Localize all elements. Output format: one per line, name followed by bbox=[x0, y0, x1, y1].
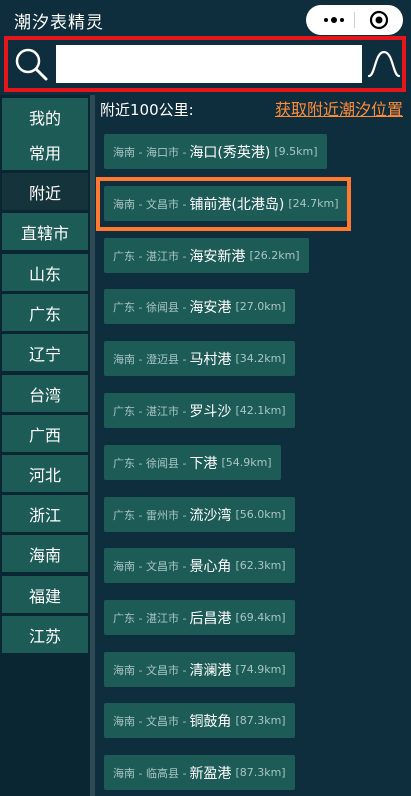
port-region: 海南 - 海口市 - bbox=[113, 145, 187, 159]
search-bar bbox=[10, 44, 402, 84]
port-region: 海南 - 临高县 - bbox=[113, 766, 187, 780]
port-item[interactable]: 广东 - 湛江市 - 海安新港 [26.2km] bbox=[104, 238, 309, 273]
sidebar-item[interactable]: 我的 bbox=[2, 98, 88, 135]
port-name: 下港 bbox=[189, 455, 218, 472]
title-bar: 潮汐表精灵 bbox=[0, 0, 411, 35]
mini-program-capsule bbox=[306, 5, 403, 35]
sidebar-item[interactable]: 山东 bbox=[2, 254, 88, 291]
sidebar-item[interactable]: 海南 bbox=[2, 535, 88, 572]
sidebar-item[interactable]: 广东 bbox=[2, 294, 88, 331]
sidebar-item[interactable]: 直辖市 bbox=[2, 213, 88, 250]
port-distance: [9.5km] bbox=[274, 145, 318, 158]
port-name: 流沙湾 bbox=[189, 507, 232, 524]
sidebar-item[interactable]: 河北 bbox=[2, 455, 88, 492]
port-distance: [74.9km] bbox=[235, 663, 286, 676]
port-item[interactable]: 海南 - 文昌市 - 景心角 [62.3km] bbox=[104, 548, 295, 583]
port-distance: [87.3km] bbox=[235, 714, 286, 727]
province-sidebar: 我的 常用 附近 直辖市 山东 广东 辽宁 台湾 广西 河北 浙江 海南 福建 … bbox=[0, 95, 90, 796]
close-circle-icon[interactable] bbox=[369, 10, 389, 30]
sidebar-divider bbox=[90, 95, 95, 796]
port-region: 广东 - 雷州市 - bbox=[113, 508, 187, 522]
port-region: 海南 - 文昌市 - bbox=[113, 559, 187, 573]
port-distance: [42.1km] bbox=[235, 404, 286, 417]
port-name: 清澜港 bbox=[189, 662, 232, 679]
port-name: 海安新港 bbox=[189, 248, 246, 265]
port-item[interactable]: 广东 - 徐闻县 - 海安港 [27.0km] bbox=[104, 289, 295, 324]
port-item[interactable]: 海南 - 澄迈县 - 马村港 [34.2km] bbox=[104, 341, 295, 376]
port-name: 罗斗沙 bbox=[189, 403, 232, 420]
port-distance: [54.9km] bbox=[221, 456, 272, 469]
port-distance: [27.0km] bbox=[235, 300, 286, 313]
search-input[interactable] bbox=[56, 45, 362, 83]
port-name: 后昌港 bbox=[189, 610, 232, 627]
capsule-divider bbox=[354, 12, 355, 28]
port-region: 广东 - 湛江市 - bbox=[113, 249, 187, 263]
port-item[interactable]: 海南 - 文昌市 - 清澜港 [74.9km] bbox=[104, 652, 295, 687]
port-distance: [62.3km] bbox=[235, 559, 286, 572]
selected-port-highlight bbox=[96, 177, 351, 231]
port-region: 海南 - 澄迈县 - bbox=[113, 352, 187, 366]
port-item[interactable]: 海南 - 海口市 - 海口(秀英港) [9.5km] bbox=[104, 134, 327, 169]
port-name: 海口(秀英港) bbox=[189, 144, 271, 161]
port-distance: [56.0km] bbox=[235, 508, 286, 521]
sidebar-item[interactable]: 江苏 bbox=[2, 616, 88, 653]
port-item[interactable]: 广东 - 雷州市 - 流沙湾 [56.0km] bbox=[104, 497, 295, 532]
sidebar-item[interactable]: 广西 bbox=[2, 415, 88, 452]
port-distance: [34.2km] bbox=[235, 352, 286, 365]
sidebar-item[interactable]: 辽宁 bbox=[2, 334, 88, 371]
app-title: 潮汐表精灵 bbox=[14, 13, 104, 33]
port-item[interactable]: 广东 - 湛江市 - 罗斗沙 [42.1km] bbox=[104, 393, 295, 428]
port-item[interactable]: 广东 - 湛江市 - 后昌港 [69.4km] bbox=[104, 600, 295, 635]
port-region: 海南 - 文昌市 - bbox=[113, 663, 187, 677]
port-name: 海安港 bbox=[189, 299, 232, 316]
sidebar-item-active[interactable]: 附近 bbox=[2, 173, 88, 210]
port-item[interactable]: 海南 - 文昌市 - 铜鼓角 [87.3km] bbox=[104, 703, 295, 738]
sidebar-item[interactable]: 福建 bbox=[2, 576, 88, 613]
sidebar-item[interactable]: 浙江 bbox=[2, 495, 88, 532]
port-name: 马村港 bbox=[189, 351, 232, 368]
port-name: 新盈港 bbox=[189, 765, 232, 782]
more-icon[interactable] bbox=[316, 12, 352, 28]
sidebar-item[interactable]: 常用 bbox=[2, 133, 88, 170]
port-distance: [69.4km] bbox=[235, 611, 286, 624]
port-distance: [26.2km] bbox=[249, 249, 300, 262]
port-item[interactable]: 海南 - 临高县 - 新盈港 [87.3km] bbox=[104, 755, 295, 790]
port-name: 景心角 bbox=[189, 558, 232, 575]
port-region: 广东 - 湛江市 - bbox=[113, 404, 187, 418]
nearby-title: 附近100公里: bbox=[100, 101, 194, 119]
port-distance: [87.3km] bbox=[235, 766, 286, 779]
search-icon[interactable] bbox=[10, 44, 54, 84]
port-region: 广东 - 湛江市 - bbox=[113, 611, 187, 625]
port-item[interactable]: 广东 - 徐闻县 - 下港 [54.9km] bbox=[104, 445, 281, 480]
port-region: 海南 - 文昌市 - bbox=[113, 714, 187, 728]
port-region: 广东 - 徐闻县 - bbox=[113, 300, 187, 314]
port-name: 铜鼓角 bbox=[189, 713, 232, 730]
wave-icon[interactable] bbox=[366, 44, 402, 84]
port-region: 广东 - 徐闻县 - bbox=[113, 456, 187, 470]
locate-nearby-link[interactable]: 获取附近潮汐位置 bbox=[275, 96, 403, 120]
sidebar-item[interactable]: 台湾 bbox=[2, 375, 88, 412]
